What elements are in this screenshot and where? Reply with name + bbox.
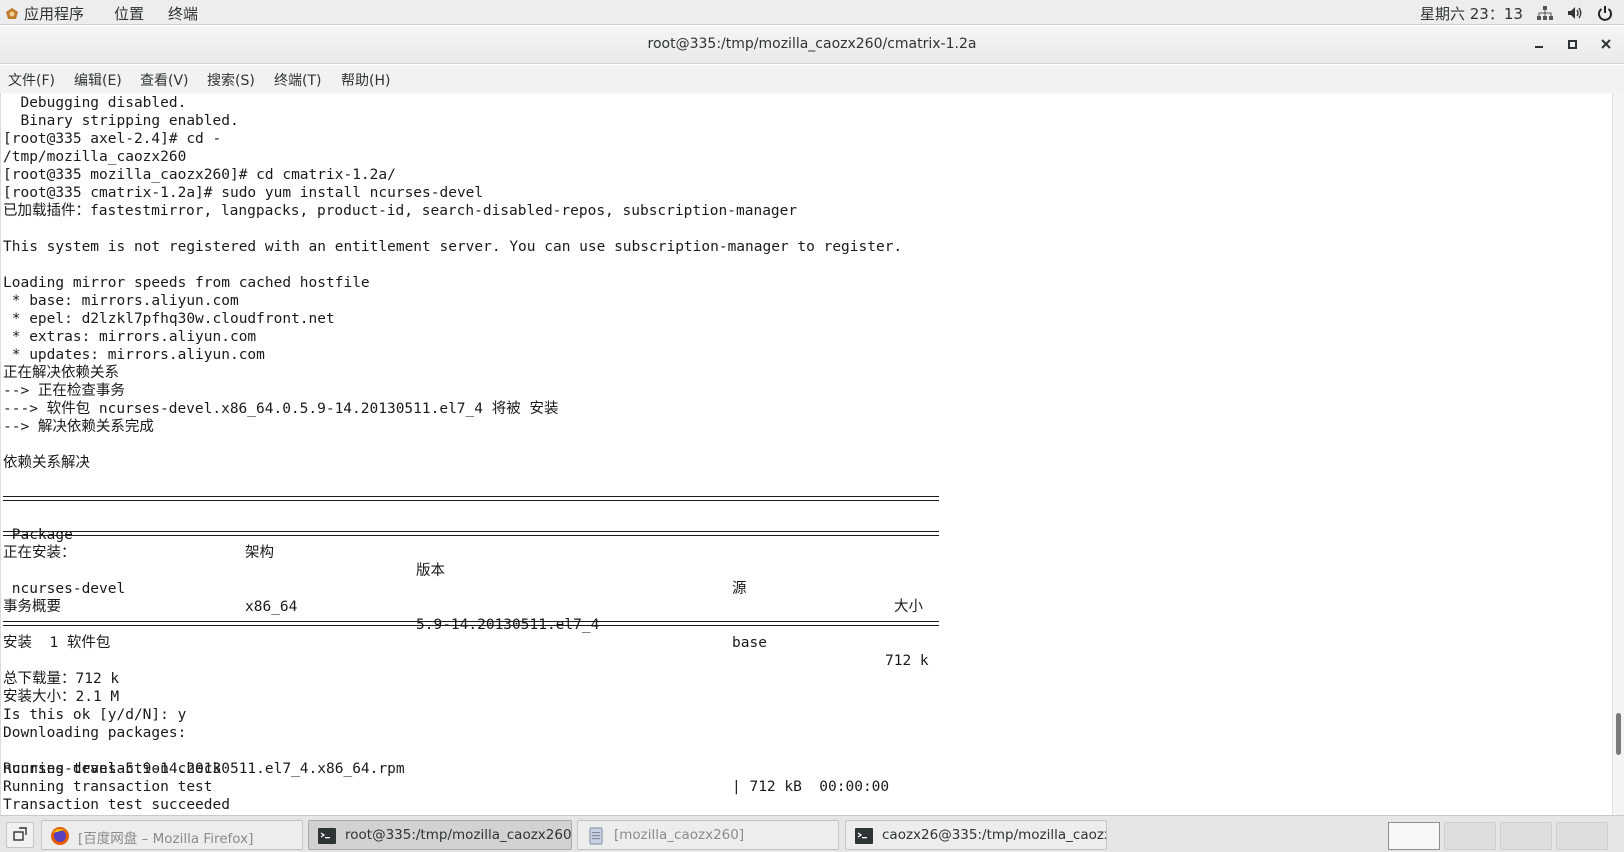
terminal-lines: Debugging disabled. Binary stripping ena…	[3, 94, 1612, 814]
terminal-line: 正在解决依赖关系	[3, 365, 119, 381]
terminal-icon	[854, 826, 874, 846]
taskbar-item-terminal-root[interactable]: root@335:/tmp/mozilla_caozx260/···	[308, 820, 572, 850]
download-stats: | 712 kB 00:00:00	[732, 779, 890, 795]
table-header-row: Package 架构 版本 源 大小	[3, 508, 1612, 615]
applications-label: 应用程序	[24, 5, 85, 23]
terminal-line: * epel: d2lzkl7pfhq30w.cloudfront.net	[3, 311, 335, 327]
download-line: ncurses-devel-5.9-14.20130511.el7_4.x86_…	[3, 742, 1612, 795]
menu-help[interactable]: 帮助(H)	[341, 70, 390, 90]
terminal-line: * base: mirrors.aliyun.com	[3, 293, 239, 309]
terminal-line: 安装大小：2.1 M	[3, 689, 120, 705]
terminal-line: 已加载插件：fastestmirror, langpacks, product-…	[3, 203, 798, 219]
terminal-line: 总下载量：712 k	[3, 671, 120, 687]
terminal-line: Transaction test succeeded	[3, 797, 230, 813]
workspace-2[interactable]	[1444, 822, 1496, 850]
taskbar-item-terminal-caozx[interactable]: caozx26@335:/tmp/mozilla_caozx···	[845, 820, 1107, 850]
terminal-app-menu[interactable]: 终端	[168, 3, 198, 24]
menu-edit[interactable]: 编辑(E)	[74, 70, 122, 90]
terminal-line: 安装 1 软件包	[3, 635, 111, 651]
taskbar-item-label: root@335:/tmp/mozilla_caozx260/···	[345, 827, 572, 843]
terminal-line: [root@335 cmatrix-1.2a]# sudo yum instal…	[3, 185, 484, 201]
terminal-line: * extras: mirrors.aliyun.com	[3, 329, 257, 345]
terminal-line: Binary stripping enabled.	[3, 113, 239, 129]
applications-menu[interactable]: 应用程序	[4, 3, 84, 24]
window-titlebar[interactable]: root@335:/tmp/mozilla_caozx260/cmatrix-1…	[0, 26, 1624, 64]
applications-icon	[4, 6, 20, 20]
files-icon	[586, 826, 606, 846]
volume-icon[interactable]	[1566, 4, 1584, 22]
menu-view[interactable]: 查看(V)	[140, 70, 189, 90]
row-repo: base	[732, 635, 767, 651]
clock[interactable]: 星期六 23：13	[1420, 3, 1523, 24]
taskbar-item-label: caozx26@335:/tmp/mozilla_caozx···	[882, 827, 1107, 843]
terminal-scrollbar[interactable]	[1612, 93, 1624, 815]
minimize-icon	[1535, 46, 1543, 48]
row-size: 712 k	[885, 653, 929, 669]
terminal-line: 依赖关系解决	[3, 455, 90, 471]
terminal-line: [root@335 axel-2.4]# cd -	[3, 131, 222, 147]
power-icon[interactable]	[1596, 4, 1614, 22]
taskbar-item-label: [mozilla_caozx260]	[614, 827, 745, 843]
close-button[interactable]	[1597, 35, 1615, 53]
workspace-3[interactable]	[1500, 822, 1552, 850]
network-icon[interactable]	[1536, 4, 1554, 22]
menu-terminal[interactable]: 终端(T)	[274, 70, 321, 90]
top-panel: 应用程序 位置 终端 星期六 23：13	[0, 0, 1624, 25]
terminal-line: Loading mirror speeds from cached hostfi…	[3, 275, 370, 291]
places-menu[interactable]: 位置	[114, 3, 144, 24]
show-desktop-icon	[13, 827, 27, 841]
terminal-line: ---> 软件包 ncurses-devel.x86_64.0.5.9-14.2…	[3, 401, 559, 417]
terminal-line: [root@335 mozilla_caozx260]# cd cmatrix-…	[3, 167, 396, 183]
summary-rule	[3, 616, 1612, 634]
row-package: ncurses-devel	[3, 581, 126, 597]
row-arch: x86_64	[245, 599, 298, 615]
table-header-rule	[3, 526, 1612, 544]
terminal-line: --> 解决依赖关系完成	[3, 419, 154, 435]
terminal-line: /tmp/mozilla_caozx260	[3, 149, 187, 165]
show-desktop-button[interactable]	[6, 822, 34, 848]
table-top-rule	[3, 490, 1612, 508]
close-icon	[1601, 39, 1611, 49]
taskbar: [百度网盘 – Mozilla Firefox] root@335:/tmp/m…	[0, 815, 1624, 852]
terminal-line: * updates: mirrors.aliyun.com	[3, 347, 265, 363]
terminal-line: This system is not registered with an en…	[3, 239, 903, 255]
taskbar-item-files[interactable]: [mozilla_caozx260]	[577, 820, 839, 850]
taskbar-item-firefox[interactable]: [百度网盘 – Mozilla Firefox]	[41, 820, 303, 850]
terminal-line: Debugging disabled.	[3, 95, 187, 111]
terminal-icon	[317, 826, 337, 846]
maximize-button[interactable]	[1563, 35, 1581, 53]
col-arch-header: 架构	[245, 545, 274, 561]
firefox-icon	[50, 826, 70, 846]
menu-search[interactable]: 搜索(S)	[207, 70, 255, 90]
menu-bar: 文件(F) 编辑(E) 查看(V) 搜索(S) 终端(T) 帮助(H)	[0, 65, 1624, 93]
terminal-line: --> 正在检查事务	[3, 383, 125, 399]
minimize-button[interactable]	[1530, 35, 1548, 53]
terminal-line: Downloading packages:	[3, 725, 187, 741]
window-title: root@335:/tmp/mozilla_caozx260/cmatrix-1…	[647, 36, 977, 52]
terminal-line: Is this ok [y/d/N]: y	[3, 707, 187, 723]
col-size-header: 大小	[894, 599, 923, 615]
workspace-4[interactable]	[1556, 822, 1608, 850]
download-file: ncurses-devel-5.9-14.20130511.el7_4.x86_…	[3, 761, 405, 777]
taskbar-item-label: [百度网盘 – Mozilla Firefox]	[78, 831, 254, 847]
terminal-output[interactable]: Debugging disabled. Binary stripping ena…	[0, 93, 1612, 815]
table-row: ncurses-devel x86_64 5.9-14.20130511.el7…	[3, 562, 1612, 669]
maximize-icon	[1568, 40, 1577, 49]
menu-file[interactable]: 文件(F)	[8, 70, 55, 90]
workspace-1[interactable]	[1388, 822, 1440, 850]
scrollbar-thumb[interactable]	[1616, 713, 1621, 755]
col-repo-header: 源	[732, 581, 747, 597]
